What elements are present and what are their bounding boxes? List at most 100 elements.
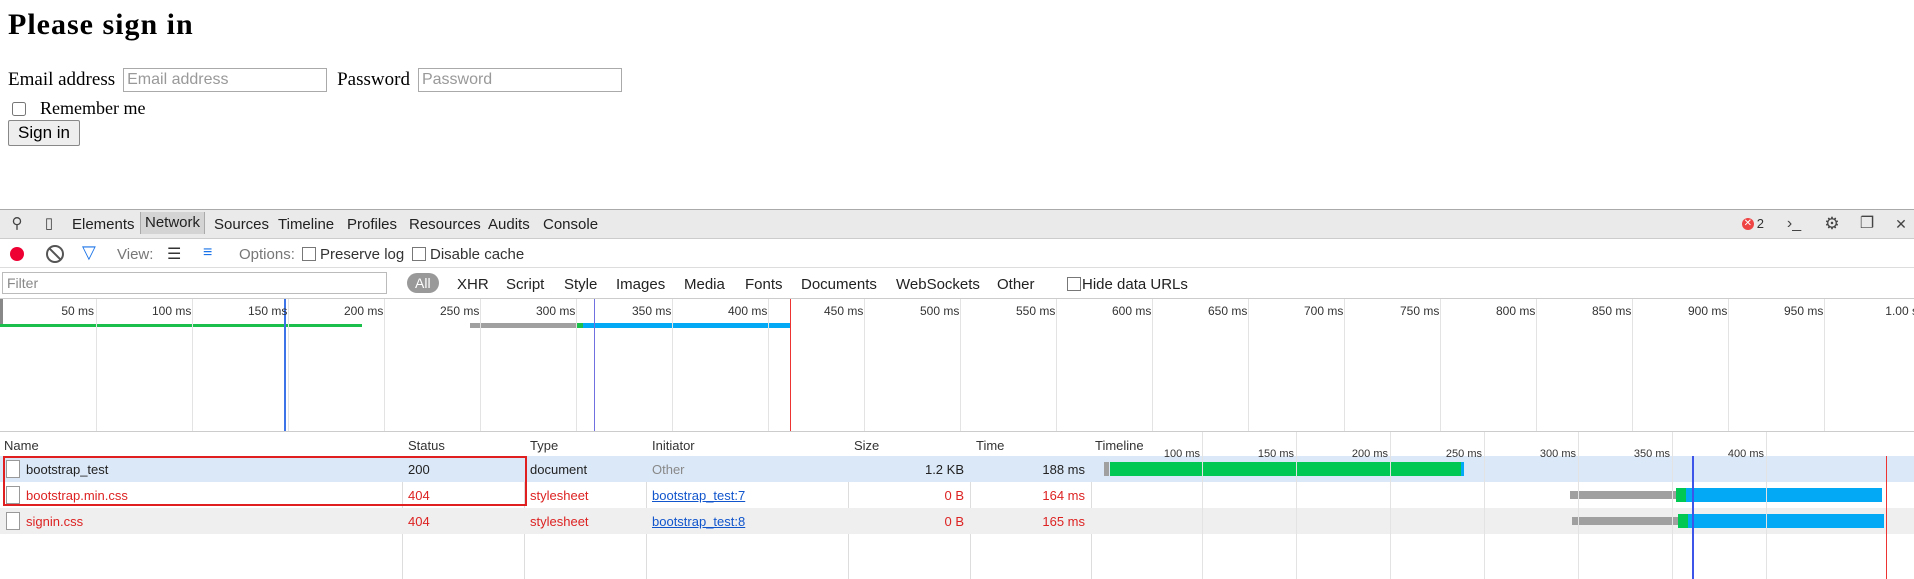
list-view-icon[interactable]: ☰ <box>167 244 181 264</box>
console-drawer-icon[interactable]: ›_ <box>1785 215 1803 233</box>
request-size: 0 B <box>944 514 964 529</box>
filter-style[interactable]: Style <box>564 276 597 293</box>
request-type: stylesheet <box>530 488 589 503</box>
record-icon[interactable] <box>10 247 24 261</box>
timeline-gridline <box>1390 432 1391 579</box>
remember-me-checkbox[interactable] <box>12 101 26 116</box>
overview-load-line <box>594 299 595 431</box>
timeline-waiting-bar <box>1678 514 1688 528</box>
overview-gridline <box>1536 299 1537 431</box>
network-overview[interactable]: 50 ms 100 ms 150 ms 200 ms 250 ms 300 ms 350 m… <box>0 299 1914 432</box>
overview-tick-label: 450 ms <box>824 304 864 318</box>
device-mode-icon[interactable]: ▯ <box>40 215 58 233</box>
error-counter[interactable]: ✕ 2 <box>1741 216 1764 231</box>
overview-tick-label: 900 ms <box>1688 304 1728 318</box>
close-icon[interactable]: ✕ <box>1892 215 1910 233</box>
col-initiator[interactable]: Initiator <box>652 438 695 453</box>
col-size[interactable]: Size <box>854 438 879 453</box>
col-timeline[interactable]: Timeline <box>1095 438 1144 453</box>
document-icon <box>6 512 20 530</box>
request-initiator[interactable]: bootstrap_test:8 <box>652 514 745 529</box>
tab-sources[interactable]: Sources <box>214 216 269 233</box>
filter-script[interactable]: Script <box>506 276 544 293</box>
dock-icon[interactable]: ❐ <box>1858 215 1876 233</box>
disable-cache-label: Disable cache <box>430 246 525 263</box>
filter-fonts[interactable]: Fonts <box>745 276 783 293</box>
filter-images[interactable]: Images <box>616 276 665 293</box>
email-label: Email address <box>8 69 116 90</box>
overview-domcontentloaded-line <box>284 299 286 431</box>
timeline-gridline <box>1202 432 1203 579</box>
timeline-tick-label: 200 ms <box>1351 448 1388 460</box>
tab-resources[interactable]: Resources <box>409 216 481 233</box>
col-status[interactable]: Status <box>408 438 445 453</box>
overview-tick-label: 700 ms <box>1304 304 1344 318</box>
waterfall-view-icon[interactable]: ≡ <box>203 244 212 262</box>
table-row[interactable]: signin.css 404 stylesheet bootstrap_test… <box>0 508 1914 534</box>
overview-gridline <box>1632 299 1633 431</box>
request-status: 404 <box>408 514 430 529</box>
timeline-stalled-bar <box>1104 462 1109 476</box>
tab-audits[interactable]: Audits <box>488 216 530 233</box>
filter-documents[interactable]: Documents <box>801 276 877 293</box>
search-icon[interactable]: ⚲ <box>8 215 26 233</box>
overview-gridline <box>1728 299 1729 431</box>
overview-gridline <box>1824 299 1825 431</box>
timeline-receiving-bar <box>1461 462 1464 476</box>
page-title: Please sign in <box>8 8 194 41</box>
tab-elements[interactable]: Elements <box>72 216 135 233</box>
filter-media[interactable]: Media <box>684 276 725 293</box>
password-field[interactable] <box>417 68 622 92</box>
tab-network[interactable]: Network <box>140 212 206 234</box>
overview-tick-label: 250 ms <box>440 304 480 318</box>
tab-timeline[interactable]: Timeline <box>278 216 334 233</box>
clear-icon[interactable] <box>46 245 64 263</box>
gear-icon[interactable]: ⚙ <box>1823 215 1841 233</box>
timeline-tick-label: 250 ms <box>1445 448 1482 460</box>
devtools-panel: ⚲ ▯ Elements Network Sources Timeline Pr… <box>0 209 1914 579</box>
timeline-tick-label: 350 ms <box>1633 448 1670 460</box>
sign-in-button[interactable]: Sign in <box>8 120 80 146</box>
col-name[interactable]: Name <box>4 438 39 453</box>
timeline-gridline <box>1296 432 1297 579</box>
filter-input[interactable] <box>2 272 387 294</box>
request-initiator[interactable]: bootstrap_test:7 <box>652 488 745 503</box>
overview-gridline <box>1344 299 1345 431</box>
filter-icon[interactable]: ▽ <box>82 242 96 263</box>
overview-gridline <box>1440 299 1441 431</box>
web-page: Please sign in Email address Password Re… <box>0 0 1914 208</box>
tab-profiles[interactable]: Profiles <box>347 216 397 233</box>
overview-tick-label: 400 ms <box>728 304 768 318</box>
overview-gridline <box>576 299 577 431</box>
timeline-domcontentloaded-line <box>1692 456 1694 579</box>
overview-stalled-bar <box>470 323 578 328</box>
request-name[interactable]: signin.css <box>26 514 83 529</box>
filter-websockets[interactable]: WebSockets <box>896 276 980 293</box>
filter-xhr[interactable]: XHR <box>457 276 489 293</box>
hide-data-urls-checkbox[interactable] <box>1067 277 1081 291</box>
timeline-stalled-bar <box>1570 491 1676 499</box>
disable-cache-checkbox[interactable] <box>412 247 426 261</box>
options-label: Options: <box>239 246 295 263</box>
overview-tick-label: 950 ms <box>1784 304 1824 318</box>
overview-gridline <box>672 299 673 431</box>
timeline-waiting-bar <box>1110 462 1462 476</box>
overview-tick-label: 850 ms <box>1592 304 1632 318</box>
timeline-load-line <box>1886 456 1887 579</box>
overview-tick-label: 800 ms <box>1496 304 1536 318</box>
view-label: View: <box>117 246 154 263</box>
preserve-log-checkbox[interactable] <box>302 247 316 261</box>
overview-gridline <box>1152 299 1153 431</box>
remember-me: Remember me <box>10 98 145 119</box>
tab-console[interactable]: Console <box>543 216 598 233</box>
filter-all[interactable]: All <box>407 273 439 293</box>
email-field[interactable] <box>123 68 328 92</box>
overview-tick-label: 1.00 s <box>1885 304 1914 318</box>
overview-tick-label: 350 ms <box>632 304 672 318</box>
overview-gridline <box>288 299 289 431</box>
filter-other[interactable]: Other <box>997 276 1035 293</box>
request-size: 0 B <box>944 488 964 503</box>
col-type[interactable]: Type <box>530 438 558 453</box>
col-time[interactable]: Time <box>976 438 1004 453</box>
timeline-tick-label: 150 ms <box>1257 448 1294 460</box>
